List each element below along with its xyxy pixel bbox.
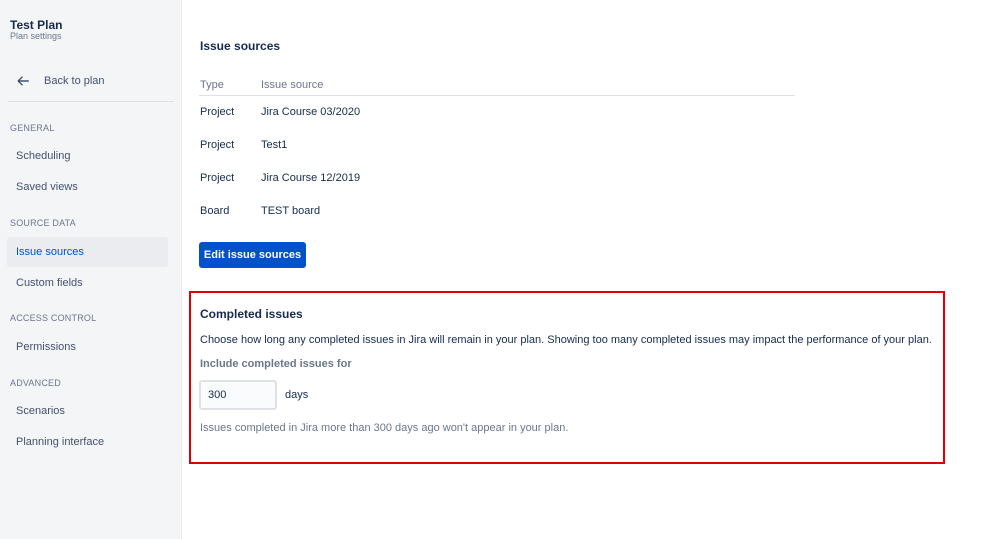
sidebar-heading-advanced: ADVANCED <box>10 378 61 388</box>
sidebar-heading-general: GENERAL <box>10 123 55 133</box>
row-4-source: TEST board <box>261 205 321 217</box>
sidebar-divider <box>8 101 174 102</box>
completed-days-input[interactable] <box>199 380 277 410</box>
edit-issue-sources-button[interactable]: Edit issue sources <box>199 242 306 268</box>
sidebar-item-scenarios[interactable]: Scenarios <box>7 396 168 426</box>
sidebar: Test Plan Plan settings Back to plan GEN… <box>0 0 182 539</box>
row-1-type: Project <box>200 106 235 118</box>
table-header-divider <box>199 95 795 96</box>
column-header-type: Type <box>200 79 224 91</box>
completed-issues-help-text: Issues completed in Jira more than 300 d… <box>200 422 569 434</box>
completed-issues-description: Choose how long any completed issues in … <box>200 334 932 346</box>
sidebar-item-issue-sources[interactable]: Issue sources <box>7 237 168 267</box>
plan-subtitle: Plan settings <box>10 31 62 41</box>
row-4-type: Board <box>200 205 230 217</box>
column-header-issue-source: Issue source <box>261 79 324 91</box>
issue-sources-title: Issue sources <box>200 39 281 53</box>
sidebar-item-saved-views[interactable]: Saved views <box>7 172 168 202</box>
sidebar-item-custom-fields[interactable]: Custom fields <box>7 268 168 298</box>
sidebar-heading-access-control: ACCESS CONTROL <box>10 313 97 323</box>
row-1-source: Jira Course 03/2020 <box>261 106 361 118</box>
arrow-left-icon <box>17 76 29 86</box>
sidebar-item-scheduling[interactable]: Scheduling <box>7 141 168 171</box>
sidebar-heading-source-data: SOURCE DATA <box>10 218 76 228</box>
completed-issues-title: Completed issues <box>200 307 303 321</box>
sidebar-item-planning-interface[interactable]: Planning interface <box>7 427 168 457</box>
row-2-source: Test1 <box>261 139 288 151</box>
row-3-source: Jira Course 12/2019 <box>261 172 361 184</box>
sidebar-item-permissions[interactable]: Permissions <box>7 332 168 362</box>
back-to-plan-link[interactable]: Back to plan <box>16 72 105 90</box>
row-2-type: Project <box>200 139 235 151</box>
days-unit-label: days <box>285 389 309 401</box>
back-to-plan-label: Back to plan <box>44 75 105 87</box>
include-completed-label: Include completed issues for <box>200 358 352 370</box>
row-3-type: Project <box>200 172 235 184</box>
plan-title: Test Plan <box>10 18 63 32</box>
